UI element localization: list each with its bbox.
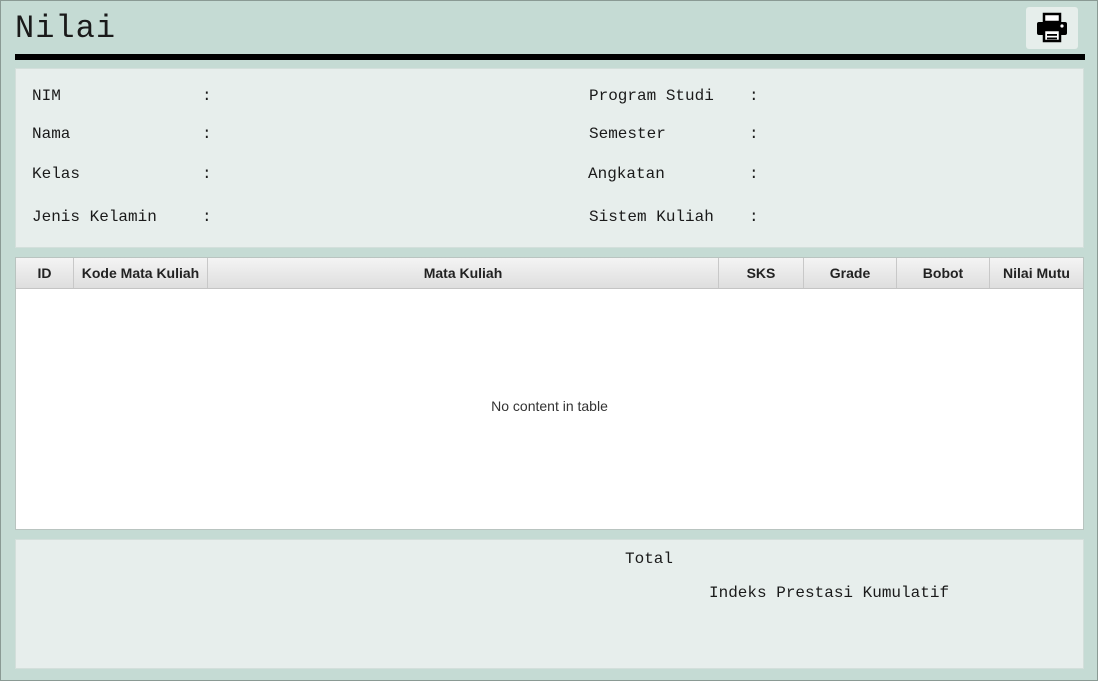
column-header-bobot[interactable]: Bobot	[897, 258, 990, 288]
total-label: Total	[625, 550, 674, 568]
title-divider	[15, 54, 1085, 60]
column-header-grade[interactable]: Grade	[804, 258, 897, 288]
jenis-kelamin-colon: :	[202, 208, 212, 226]
nama-label: Nama	[32, 125, 71, 143]
empty-table-placeholder: No content in table	[491, 398, 608, 414]
column-header-sks[interactable]: SKS	[719, 258, 804, 288]
printer-icon	[1037, 12, 1067, 43]
summary-panel: Total Indeks Prestasi Kumulatif	[15, 539, 1084, 669]
kelas-colon: :	[202, 165, 212, 183]
semester-label: Semester	[589, 125, 666, 143]
nama-colon: :	[202, 125, 212, 143]
column-header-id[interactable]: ID	[16, 258, 74, 288]
nim-label: NIM	[32, 87, 61, 105]
column-header-kode-mata-kuliah[interactable]: Kode Mata Kuliah	[74, 258, 208, 288]
student-info-panel: NIM : Nama : Kelas : Jenis Kelamin : Pro…	[15, 68, 1084, 248]
ipk-label: Indeks Prestasi Kumulatif	[709, 584, 950, 602]
column-header-nilai-mutu[interactable]: Nilai Mutu	[990, 258, 1083, 288]
semester-colon: :	[749, 125, 759, 143]
column-header-mata-kuliah[interactable]: Mata Kuliah	[208, 258, 719, 288]
print-button[interactable]	[1026, 7, 1078, 49]
grades-table[interactable]: ID Kode Mata Kuliah Mata Kuliah SKS Grad…	[15, 257, 1084, 530]
sistem-kuliah-colon: :	[749, 208, 759, 226]
sistem-kuliah-label: Sistem Kuliah	[589, 208, 714, 226]
angkatan-label: Angkatan	[588, 165, 665, 183]
kelas-label: Kelas	[32, 165, 81, 183]
program-studi-colon: :	[749, 87, 759, 105]
page-title: Nilai	[15, 10, 117, 47]
nim-colon: :	[202, 87, 212, 105]
table-header: ID Kode Mata Kuliah Mata Kuliah SKS Grad…	[16, 258, 1083, 289]
angkatan-colon: :	[749, 165, 759, 183]
program-studi-label: Program Studi	[589, 87, 714, 105]
jenis-kelamin-label: Jenis Kelamin	[32, 208, 157, 226]
